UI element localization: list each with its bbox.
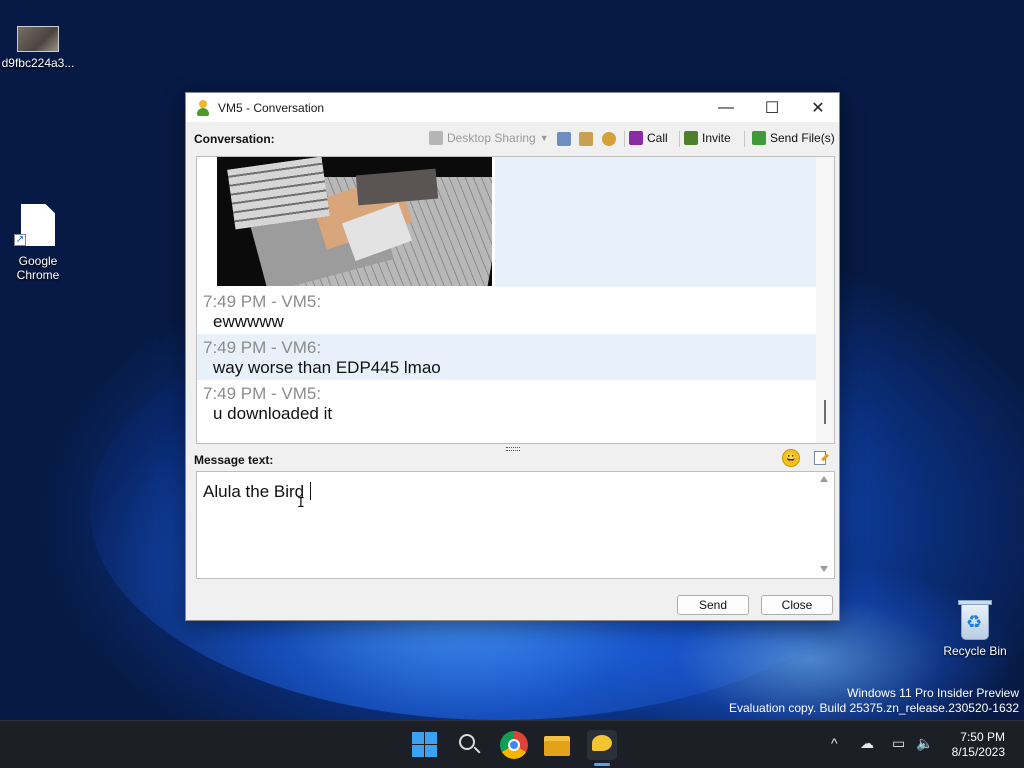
toolbar-separator [744, 131, 745, 147]
settings-gear-icon[interactable] [602, 132, 616, 146]
video-camera-icon [629, 131, 643, 145]
invite-button[interactable]: Invite [684, 131, 731, 145]
image-message-background [495, 157, 817, 287]
window-title: VM5 - Conversation [218, 100, 325, 115]
tray-overflow-chevron-icon[interactable]: ^ [831, 735, 838, 751]
search-icon[interactable] [456, 731, 484, 759]
speaker-icon[interactable]: 🔈 [916, 735, 933, 752]
recycle-bin-icon: ♻ [957, 598, 993, 640]
conversation-scrollbar[interactable] [816, 157, 834, 443]
file-explorer-icon[interactable] [543, 731, 571, 759]
messenger-app-icon[interactable] [587, 730, 617, 760]
shared-image[interactable] [217, 157, 492, 286]
message-header: 7:49 PM - VM6: [203, 338, 322, 357]
send-file-icon [752, 131, 766, 145]
desktop-icon-label: Recycle Bin [943, 644, 1007, 658]
toolbar-separator [624, 131, 625, 147]
toolbar-separator [679, 131, 680, 147]
chat-message: 7:49 PM - VM6: way worse than EDP445 lma… [197, 334, 817, 380]
clock-date: 8/15/2023 [951, 745, 1005, 759]
title-bar[interactable]: VM5 - Conversation — ☐ ✕ [186, 93, 839, 122]
send-files-button[interactable]: Send File(s) [752, 131, 835, 145]
add-users-icon [684, 131, 698, 145]
desktop-icon-label: d9fbc224a3... [1, 56, 75, 70]
desktop-sharing-button[interactable]: Desktop Sharing ▼ [429, 131, 549, 145]
close-window-button[interactable]: ✕ [795, 93, 841, 122]
scroll-down-arrow-icon[interactable] [820, 566, 828, 572]
watermark-line-1: Windows 11 Pro Insider Preview [847, 686, 1019, 700]
invite-label: Invite [702, 131, 731, 145]
start-menu-icon[interactable] [411, 731, 439, 759]
conversation-label: Conversation: [194, 132, 275, 146]
call-label: Call [647, 131, 668, 145]
pane-splitter-handle[interactable] [506, 447, 520, 451]
desktop-icon-recycle-bin[interactable]: ♻ Recycle Bin [937, 598, 1013, 658]
scrollbar-thumb[interactable] [824, 400, 826, 424]
message-text: u downloaded it [213, 404, 333, 423]
message-text: ewwwww [213, 312, 284, 331]
message-input[interactable]: Alula the Bird I [196, 471, 835, 579]
display-icon[interactable]: ▭ [892, 735, 905, 752]
chat-message: 7:49 PM - VM5: u downloaded it [197, 380, 817, 426]
scroll-up-arrow-icon[interactable] [820, 476, 828, 482]
call-button[interactable]: Call [629, 131, 668, 145]
watermark-line-2: Evaluation copy. Build 25375.zn_release.… [729, 701, 1019, 715]
emoji-icon[interactable]: 😀 [782, 449, 800, 467]
text-caret [310, 482, 312, 500]
conversation-toolbar: Conversation: Desktop Sharing ▼ Call Inv… [186, 122, 839, 156]
document-icon [21, 204, 55, 246]
minimize-button[interactable]: — [703, 93, 749, 122]
message-header: 7:49 PM - VM5: [203, 292, 322, 311]
shortcut-arrow-icon: ↗ [14, 234, 26, 246]
message-text-label: Message text: [194, 453, 274, 467]
maximize-button[interactable]: ☐ [749, 93, 795, 122]
input-scrollbar[interactable] [816, 472, 834, 578]
contact-icon [196, 99, 210, 116]
image-message-row [197, 157, 817, 287]
conversation-history[interactable]: 7:49 PM - VM5: ewwwww 7:49 PM - VM6: way… [196, 156, 835, 444]
format-text-icon[interactable] [812, 449, 830, 467]
desktop-icon-image-file[interactable]: d9fbc224a3... [0, 26, 76, 70]
close-button[interactable]: Close [761, 595, 833, 615]
network-disconnected-icon[interactable]: ☁ [860, 735, 874, 752]
chrome-icon[interactable] [500, 731, 528, 759]
ibeam-cursor-icon: I [297, 496, 305, 511]
desktop-sharing-label: Desktop Sharing [447, 131, 536, 145]
send-files-label: Send File(s) [770, 131, 835, 145]
desktop-icon-label: Google Chrome [16, 254, 60, 282]
image-thumbnail-icon [17, 26, 59, 52]
desktop-sharing-icon [429, 131, 443, 145]
message-text: way worse than EDP445 lmao [213, 358, 441, 377]
history-icon[interactable] [557, 132, 571, 146]
message-header: 7:49 PM - VM5: [203, 384, 322, 403]
taskbar: ^ ☁ ▭ 🔈 7:50 PM 8/15/2023 [0, 720, 1024, 768]
system-clock[interactable]: 7:50 PM 8/15/2023 [952, 730, 1005, 760]
windows-watermark: Windows 11 Pro Insider Preview Evaluatio… [729, 686, 1019, 716]
message-input-value: Alula the Bird [203, 482, 305, 501]
conversation-window: VM5 - Conversation — ☐ ✕ Conversation: D… [185, 92, 840, 621]
chevron-down-icon: ▼ [539, 133, 549, 143]
desktop-icon-google-chrome[interactable]: ↗ Google Chrome [0, 204, 76, 282]
clock-time: 7:50 PM [960, 730, 1005, 744]
chat-message: 7:49 PM - VM5: ewwwww [197, 288, 817, 334]
contact-info-icon[interactable] [579, 132, 593, 146]
active-app-indicator [594, 763, 610, 766]
send-button[interactable]: Send [677, 595, 749, 615]
